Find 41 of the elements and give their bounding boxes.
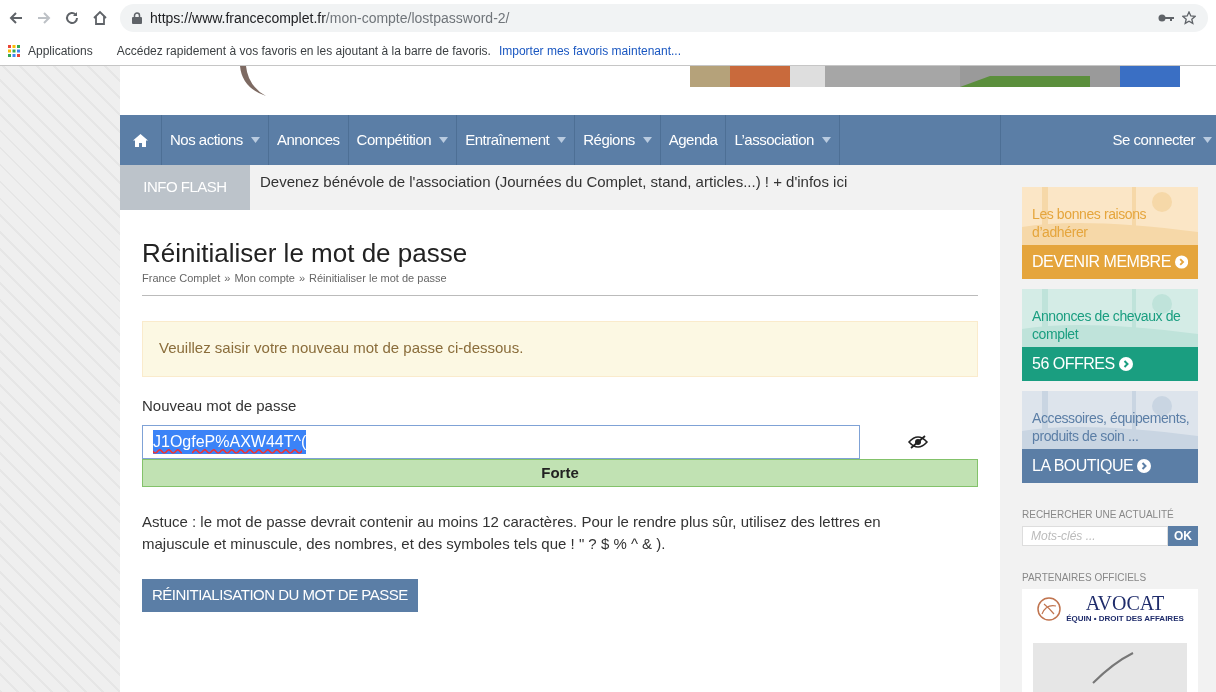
address-bar[interactable]: https://www.francecomplet.fr/mon-compte/lostpassword-2/	[120, 4, 1208, 32]
field-label: Nouveau mot de passe	[142, 395, 298, 416]
promo-button[interactable]: 56 OFFRES	[1022, 347, 1198, 381]
page-title: Réinitialiser le mot de passe	[142, 238, 469, 268]
lion-emblem-icon	[1036, 596, 1063, 622]
home-icon[interactable]	[92, 10, 108, 26]
partner-name[interactable]: AVOCAT	[1085, 593, 1165, 613]
password-field[interactable]: J1OgfeP%AXW44T^(	[142, 425, 860, 459]
import-link[interactable]: Importer mes favoris maintenant...	[498, 41, 681, 60]
breadcrumb-item[interactable]: France Complet	[142, 270, 221, 287]
chevron-circle-icon	[1174, 255, 1188, 269]
info-flash-label: INFO FLASH	[120, 165, 250, 210]
partner-tagline: ÉQUIN • DROIT DES AFFAIRES	[1066, 613, 1184, 625]
apps-grid-icon[interactable]	[8, 44, 20, 57]
back-icon[interactable]	[8, 10, 24, 26]
chevron-circle-icon	[1118, 357, 1133, 371]
search-ok-button[interactable]: OK	[1168, 526, 1198, 546]
info-flash-text[interactable]: Devenez bénévole de l'association (Journées du Complet, stand, articles...) ! + d'infos ici	[250, 165, 848, 210]
password-hint: Astuce : le mot de passe devrait contenir au moins 12 caractères. Pour le rendre plus sûr, utilisez des lettres en majuscule et minuscule, des nombres, et des symboles tels que ! " ? $ % ^ & ).	[142, 512, 882, 554]
search-field[interactable]: Mots-clés ...	[1022, 526, 1168, 546]
promo-button[interactable]: LA BOUTIQUE	[1022, 449, 1198, 483]
notice-message: Veuillez saisir votre nouveau mot de passe ci-dessous.	[142, 320, 978, 377]
reset-password-button[interactable]: RÉINITIALISATION DU MOT DE PASSE	[142, 579, 418, 612]
reload-icon[interactable]	[64, 10, 80, 26]
bookmarks-hint: Accédez rapidement à vos favoris en les ajoutant à la barre de favoris.	[116, 42, 491, 60]
lock-icon	[132, 12, 142, 24]
breadcrumb-separator: »	[298, 271, 306, 286]
partners-section-title: PARTENAIRES OFFICIELS	[1022, 571, 1148, 585]
star-icon[interactable]	[1182, 11, 1196, 25]
url-text: https://www.francecomplet.fr/mon-compte/lostpassword-2/	[150, 8, 510, 28]
password-strength-meter: Forte	[142, 459, 978, 487]
bookmark-link[interactable]: Applications	[28, 41, 93, 60]
home-icon	[133, 133, 148, 147]
chevron-circle-icon	[1137, 459, 1152, 473]
key-icon[interactable]	[1158, 13, 1174, 23]
breadcrumb-item[interactable]: Mon compte	[234, 270, 295, 287]
hide-password-icon[interactable]	[908, 435, 928, 449]
search-section-title: RECHERCHER UNE ACTUALITÉ	[1022, 507, 1175, 522]
breadcrumb-separator: »	[224, 271, 231, 286]
promo-button[interactable]: DEVENIR MEMBRE	[1022, 245, 1198, 279]
breadcrumb-item: Réinitialiser le mot de passe	[309, 271, 447, 286]
